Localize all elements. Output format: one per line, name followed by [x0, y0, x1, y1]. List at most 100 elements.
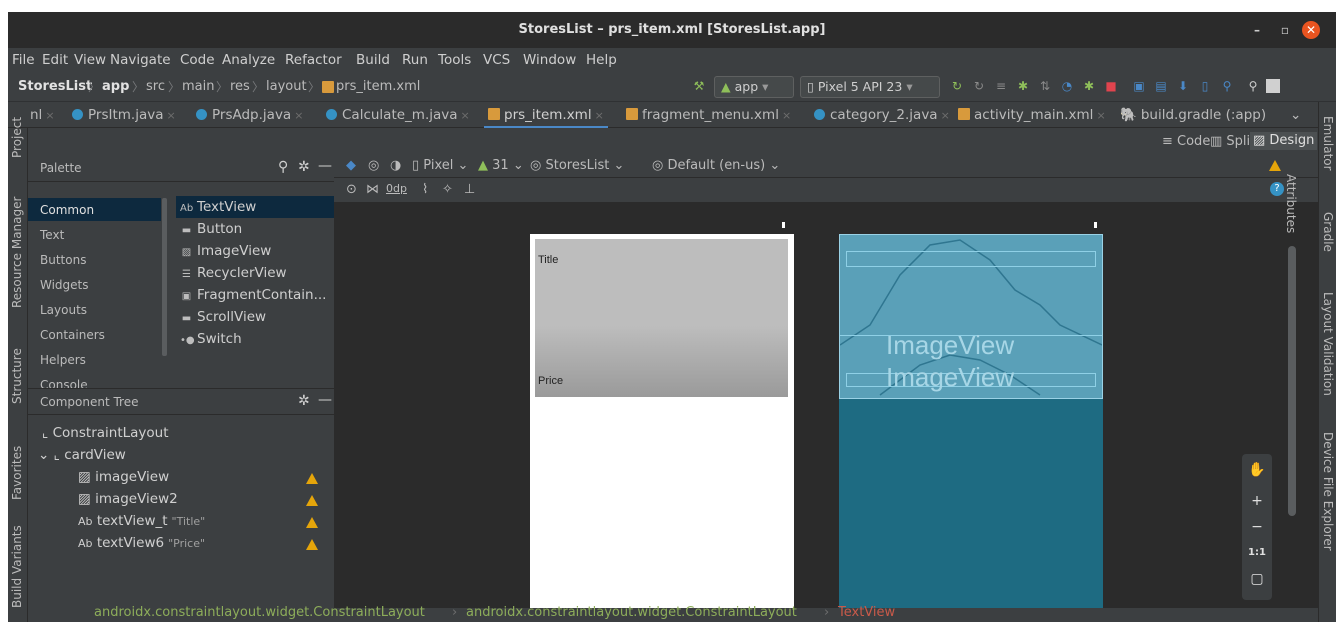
palette-category-common[interactable]: Common [28, 198, 161, 221]
tab-prsitm[interactable]: PrsItm.java × [72, 107, 176, 123]
palette-item-fragmentcontainer[interactable]: ▣ FragmentContain... [176, 284, 334, 306]
breadcrumb-project[interactable]: StoresList [18, 79, 92, 94]
gradle-tool-button[interactable]: Gradle [1321, 212, 1335, 252]
account-icon[interactable] [1266, 79, 1280, 93]
help-icon[interactable]: ? [1270, 182, 1284, 196]
device-file-explorer-tool-button[interactable]: Device File Explorer [1321, 432, 1335, 551]
device-manager-icon[interactable]: ▤ [1154, 79, 1168, 93]
layout-validation-tool-button[interactable]: Layout Validation [1321, 292, 1335, 396]
tab-prsadp[interactable]: PrsAdp.java × [196, 107, 303, 123]
run-config-dropdown[interactable]: ▲ app ▾ [714, 76, 794, 98]
night-mode-icon[interactable]: ◑ [390, 158, 401, 173]
tree-node-textview6[interactable]: Ab textView6 "Price" [78, 535, 205, 551]
menu-window[interactable]: Window [523, 52, 576, 68]
path-segment-card[interactable]: androidx.constraintlayout.widget.Constra… [466, 605, 797, 620]
resize-handle[interactable] [1094, 222, 1097, 228]
palette-item-recyclerview[interactable]: ☰ RecyclerView [176, 262, 334, 284]
menu-analyze[interactable]: Analyze [222, 52, 275, 68]
design-mode-icon[interactable]: ◆ [346, 158, 356, 173]
zoom-actual-size-button[interactable]: 1:1 [1242, 542, 1272, 564]
tree-node-textview-t[interactable]: Ab textView_t "Title" [78, 513, 205, 529]
palette-category-layouts[interactable]: Layouts [28, 298, 161, 321]
palette-category-widgets[interactable]: Widgets [28, 273, 161, 296]
close-icon[interactable]: × [782, 109, 791, 122]
path-segment-root[interactable]: androidx.constraintlayout.widget.Constra… [94, 605, 425, 620]
apply-changes-icon[interactable]: ↻ [950, 79, 964, 93]
device-selector[interactable]: ▯ Pixel ⌄ [412, 158, 468, 173]
tab-activity-main[interactable]: activity_main.xml × [958, 107, 1106, 123]
hide-panel-icon[interactable]: — [318, 158, 332, 174]
warning-icon[interactable] [306, 539, 318, 550]
run-icon[interactable]: ≡ [994, 79, 1008, 93]
device-dropdown[interactable]: ▯ Pixel 5 API 23 ▾ [800, 76, 940, 98]
menu-refactor[interactable]: Refactor [285, 52, 342, 68]
autoconnect-icon[interactable]: ⋈ [366, 182, 379, 197]
tabs-overflow-icon[interactable]: ⌄ [1290, 107, 1301, 123]
zoom-out-button[interactable]: − [1242, 516, 1272, 538]
resource-manager-tool-button[interactable]: Resource Manager [10, 197, 24, 308]
favorites-tool-button[interactable]: Favorites [10, 446, 24, 500]
default-margin-field[interactable]: 0dp [386, 182, 407, 195]
view-options-icon[interactable]: ⊙ [346, 182, 357, 197]
warning-icon[interactable] [306, 473, 318, 484]
palette-category-text[interactable]: Text [28, 223, 161, 246]
tab-nl[interactable]: nl × [30, 107, 55, 123]
tree-node-imageview[interactable]: ▨ imageView [78, 469, 169, 485]
title-bounds[interactable] [846, 251, 1096, 267]
coverage-icon[interactable]: ✱ [1082, 79, 1096, 93]
tab-prs-item[interactable]: prs_item.xml × [484, 107, 608, 129]
palette-item-textview[interactable]: Ab TextView [176, 196, 334, 218]
close-icon[interactable]: × [1096, 109, 1105, 122]
preview-price[interactable]: Price [538, 375, 563, 387]
zoom-in-button[interactable]: + [1242, 490, 1272, 512]
close-icon[interactable]: × [461, 109, 470, 122]
warning-icon[interactable] [306, 495, 318, 506]
structure-tool-button[interactable]: Structure [10, 348, 24, 404]
infer-constraints-icon[interactable]: ✧ [442, 182, 453, 197]
palette-item-button[interactable]: ▬ Button [176, 218, 334, 240]
close-icon[interactable]: × [294, 109, 303, 122]
maximize-button[interactable]: ▫ [1276, 21, 1294, 39]
gear-icon[interactable]: ✲ [298, 159, 310, 175]
close-icon[interactable]: × [595, 109, 604, 122]
clear-constraints-icon[interactable]: ⌇ [422, 182, 428, 197]
palette-item-imageview[interactable]: ▨ ImageView [176, 240, 334, 262]
menu-code[interactable]: Code [180, 52, 215, 68]
blueprint-card[interactable]: ImageView ImageView [839, 234, 1103, 399]
sync-gradle-icon[interactable]: ▣ [1132, 79, 1146, 93]
breadcrumb-file[interactable]: prs_item.xml [336, 79, 420, 94]
menu-run[interactable]: Run [402, 52, 428, 68]
project-tool-button[interactable]: Project [10, 117, 24, 158]
tree-node-constraintlayout[interactable]: ⌞ ConstraintLayout [42, 425, 169, 441]
palette-category-console[interactable]: Console [28, 373, 161, 388]
split-view-button[interactable]: ▥ Split [1210, 134, 1255, 149]
close-icon[interactable]: × [45, 109, 54, 122]
zoom-to-fit-icon[interactable]: ▢ [1242, 568, 1272, 590]
breadcrumb-res[interactable]: res [230, 79, 250, 94]
tree-node-cardview[interactable]: ⌄ ⌞ cardView [38, 447, 126, 463]
palette-scrollbar[interactable] [162, 198, 167, 356]
build-variants-tool-button[interactable]: Build Variants [10, 525, 24, 608]
breadcrumb-module[interactable]: app [102, 79, 129, 94]
preview-title[interactable]: Title [538, 254, 558, 266]
preview-card-image[interactable]: Title Price [535, 239, 788, 397]
menu-edit[interactable]: Edit [42, 52, 68, 68]
breadcrumb-layout[interactable]: layout [266, 79, 307, 94]
theme-selector[interactable]: ◎ StoresList ⌄ [530, 158, 624, 173]
warning-icon[interactable] [306, 517, 318, 528]
debug-icon[interactable]: ✱ [1016, 79, 1030, 93]
menu-view[interactable]: View [74, 52, 106, 68]
minimize-button[interactable]: – [1248, 21, 1266, 39]
close-button[interactable]: ✕ [1302, 21, 1320, 39]
tab-category[interactable]: category_2.java × [814, 107, 950, 123]
breadcrumb-main[interactable]: main [182, 79, 214, 94]
hide-panel-icon[interactable]: — [318, 392, 332, 408]
blueprint-preview[interactable]: ImageView ImageView [839, 234, 1103, 610]
stop-icon[interactable]: ■ [1104, 79, 1118, 93]
palette-item-switch[interactable]: •● Switch [176, 328, 334, 350]
palette-category-helpers[interactable]: Helpers [28, 348, 161, 371]
menu-navigate[interactable]: Navigate [110, 52, 171, 68]
warning-icon[interactable] [1269, 160, 1281, 171]
emulator-tool-button[interactable]: Emulator [1321, 116, 1335, 171]
layout-inspector-icon[interactable]: ⚲ [1220, 79, 1234, 93]
